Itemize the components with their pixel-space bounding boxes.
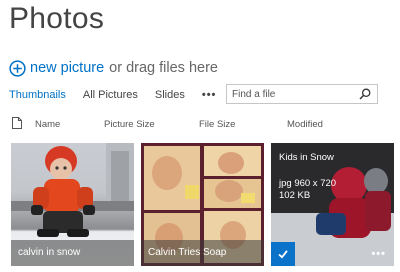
tab-slides[interactable]: Slides <box>155 89 185 101</box>
file-type-icon <box>12 117 22 129</box>
column-header: Name Picture Size File Size Modified <box>9 117 389 133</box>
tile-file-size: 102 KB <box>279 190 311 201</box>
tile-caption: calvin in snow <box>18 247 81 258</box>
column-picture-size[interactable]: Picture Size <box>104 119 155 130</box>
photo-tile-kids-in-snow[interactable]: Kids in Snow jpg 960 x 720 102 KB ••• <box>271 143 394 266</box>
tile-details: Kids in Snow jpg 960 x 720 102 KB <box>279 152 336 202</box>
tab-all-pictures[interactable]: All Pictures <box>83 89 138 101</box>
tab-thumbnails[interactable]: Thumbnails <box>9 89 66 101</box>
search-icon[interactable] <box>359 88 371 100</box>
new-picture-row: new picture or drag files here <box>9 58 218 78</box>
tile-type-size: jpg 960 x 720 <box>279 178 337 189</box>
search-input[interactable] <box>227 86 355 102</box>
column-modified[interactable]: Modified <box>287 119 323 130</box>
column-file-size[interactable]: File Size <box>199 119 235 130</box>
new-picture-link[interactable]: new picture <box>30 60 104 76</box>
drag-files-hint: or drag files here <box>109 60 218 76</box>
photo-tile-calvin-in-snow[interactable]: calvin in snow <box>11 143 134 266</box>
view-tabs: Thumbnails All Pictures Slides ••• <box>9 87 216 103</box>
more-options-button[interactable]: ••• <box>371 248 386 260</box>
selected-checkbox[interactable] <box>271 242 295 266</box>
more-views-button[interactable]: ••• <box>202 89 217 101</box>
search-box <box>226 84 378 104</box>
tile-caption: Calvin Tries Soap <box>148 247 227 258</box>
add-circle-icon[interactable] <box>9 59 26 77</box>
photo-tile-calvin-tries-soap[interactable]: Calvin Tries Soap <box>141 143 264 266</box>
tile-title: Kids in Snow <box>279 152 334 163</box>
page-title: Photos <box>9 2 105 35</box>
column-name[interactable]: Name <box>35 119 60 130</box>
checkmark-icon <box>278 250 288 259</box>
